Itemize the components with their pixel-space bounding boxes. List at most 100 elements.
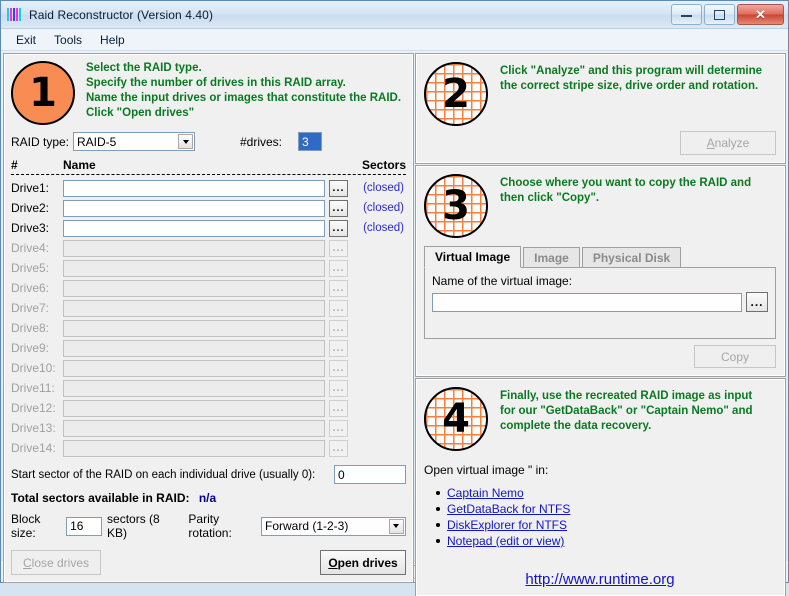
drive-row: Drive5:... [11, 258, 406, 278]
drive-row: Drive13:... [11, 418, 406, 438]
parity-rotation-select[interactable]: Forward (1-2-3) [260, 516, 406, 536]
drive-browse-button[interactable]: ... [329, 199, 348, 217]
recovery-app-link[interactable]: Notepad (edit or view) [447, 533, 564, 549]
drive-row: Drive12:... [11, 398, 406, 418]
virtual-image-browse-button[interactable]: ... [746, 292, 768, 312]
analyze-label: nalyze [714, 136, 750, 150]
drive-label: Drive2: [11, 201, 50, 215]
virtual-image-tab-pane: Name of the virtual image: ... [424, 267, 776, 339]
minimize-icon [681, 12, 692, 17]
drive-label: Drive12: [11, 401, 56, 415]
recovery-app-link[interactable]: Captain Nemo [447, 485, 524, 501]
drive-browse-button[interactable]: ... [329, 179, 348, 197]
drive-row: Drive2:... (closed) [11, 198, 406, 218]
open-drives-label: pen drives [337, 555, 398, 570]
start-sector-row: Start sector of the RAID on each individ… [11, 465, 406, 484]
drive-label: Drive11: [11, 381, 55, 395]
block-size-label: Block size: [11, 512, 41, 540]
analyze-button[interactable]: Analyze [680, 131, 776, 155]
drive-browse-button: ... [329, 259, 348, 277]
minimize-button[interactable] [671, 4, 702, 25]
drive-path-input [63, 239, 325, 257]
tab-image[interactable]: Image [523, 247, 580, 268]
drives-count-label: #drives: [240, 134, 283, 149]
menu-item-tools[interactable]: Tools [45, 31, 91, 49]
step-4-line-1: Finally, use the recreated RAID image as… [500, 390, 753, 402]
drive-path-input [63, 319, 325, 337]
close-drives-label: lose drives [31, 555, 90, 570]
tab-virtual-image[interactable]: Virtual Image [424, 246, 522, 268]
drive-label: Drive9: [11, 341, 50, 355]
menu-bar: Exit Tools Help [1, 29, 788, 51]
virtual-image-input-row: ... [432, 292, 768, 312]
drive-browse-button: ... [329, 419, 348, 437]
main-content: 1 Select the RAID type. Specify the numb… [1, 51, 788, 596]
column-header-sectors: Sectors [361, 158, 406, 172]
start-sector-input[interactable]: 0 [334, 465, 406, 484]
drive-buttons-row: Close drives Open drives [11, 550, 406, 575]
column-header-name: Name [63, 158, 96, 172]
raid-type-select[interactable]: RAID-5 [73, 132, 195, 151]
drive-browse-button: ... [329, 339, 348, 357]
virtual-image-input[interactable] [432, 292, 742, 312]
recovery-app-link[interactable]: GetDataBack for NTFS [447, 501, 570, 517]
drive-label: Drive8: [11, 321, 50, 335]
step-2-panel: 2 Click "Analyze" and this program will … [415, 53, 786, 164]
step-3-panel: 3 Choose where you want to copy the RAID… [415, 165, 786, 377]
step-1-header: 1 Select the RAID type. Specify the numb… [11, 61, 406, 125]
close-drives-button[interactable]: Close drives [11, 550, 101, 575]
step-2-line-1: Click "Analyze" and this program will de… [500, 65, 763, 77]
drives-count-input[interactable]: 3 [298, 132, 323, 151]
step-1-line-3: Name the input drives or images that con… [86, 92, 402, 104]
close-drives-accel: C [22, 555, 32, 570]
step-4-badge: 4 [424, 387, 488, 451]
menu-item-help[interactable]: Help [91, 31, 134, 49]
drive-row: Drive14:... [11, 438, 406, 458]
open-virtual-image-label: Open virtual image " in: [424, 463, 549, 477]
app-window: Raid Reconstructor (Version 4.40) ✕ Exit… [0, 0, 789, 596]
copy-row: Copy [424, 345, 776, 368]
drive-path-input[interactable] [63, 219, 325, 237]
copy-button[interactable]: Copy [694, 345, 776, 368]
drive-list: Drive1:... (closed) Drive2:... (closed) Driv… [11, 178, 406, 458]
tab-physical-disk[interactable]: Physical Disk [581, 247, 682, 268]
step-1-instructions: Select the RAID type. Specify the number… [86, 61, 401, 121]
runtime-website-link[interactable]: http://www.runtime.org [525, 571, 674, 588]
drive-path-input[interactable] [63, 199, 325, 217]
drive-path-input [63, 299, 325, 317]
start-sector-label: Start sector of the RAID on each individ… [11, 468, 316, 481]
title-bar: Raid Reconstructor (Version 4.40) ✕ [1, 1, 788, 29]
drive-sectors-status: (closed) [363, 202, 404, 214]
drive-path-input [63, 419, 325, 437]
drive-label: Drive1: [11, 181, 50, 195]
step-1-panel: 1 Select the RAID type. Specify the numb… [3, 53, 414, 583]
step-3-line-2: then click "Copy". [500, 192, 600, 204]
drive-browse-button[interactable]: ... [329, 219, 348, 237]
drive-path-input [63, 339, 325, 357]
menu-item-exit[interactable]: Exit [7, 31, 45, 49]
recovery-app-item: Captain Nemo [436, 485, 776, 501]
open-drives-button[interactable]: Open drives [320, 550, 406, 575]
block-size-input[interactable]: 16 [66, 516, 103, 536]
parity-rotation-select-wrap: Forward (1-2-3) [260, 516, 406, 536]
step-2-badge: 2 [424, 62, 488, 126]
drive-label: Drive4: [11, 241, 50, 255]
maximize-button[interactable] [704, 4, 735, 25]
drive-path-input[interactable] [63, 179, 325, 197]
step-3-badge: 3 [424, 174, 488, 238]
left-column: 1 Select the RAID type. Specify the numb… [3, 53, 414, 583]
right-column: 2 Click "Analyze" and this program will … [415, 53, 786, 596]
recovery-app-list: Captain Nemo GetDataBack for NTFS DiskExpl… [436, 485, 776, 549]
column-header-number: # [11, 158, 18, 172]
drive-browse-button: ... [329, 279, 348, 297]
block-size-suffix: sectors (8 KB) [107, 512, 160, 540]
close-button[interactable]: ✕ [737, 4, 784, 25]
drive-path-input [63, 399, 325, 417]
virtual-image-label: Name of the virtual image: [432, 274, 573, 288]
recovery-app-link[interactable]: DiskExplorer for NTFS [447, 517, 567, 533]
drive-label: Drive6: [11, 281, 50, 295]
drive-row: Drive7:... [11, 298, 406, 318]
step-4-line-2: for our "GetDataBack" or "Captain Nemo" … [500, 405, 753, 417]
drive-label: Drive14: [11, 441, 56, 455]
drive-sectors-status: (closed) [363, 222, 404, 234]
